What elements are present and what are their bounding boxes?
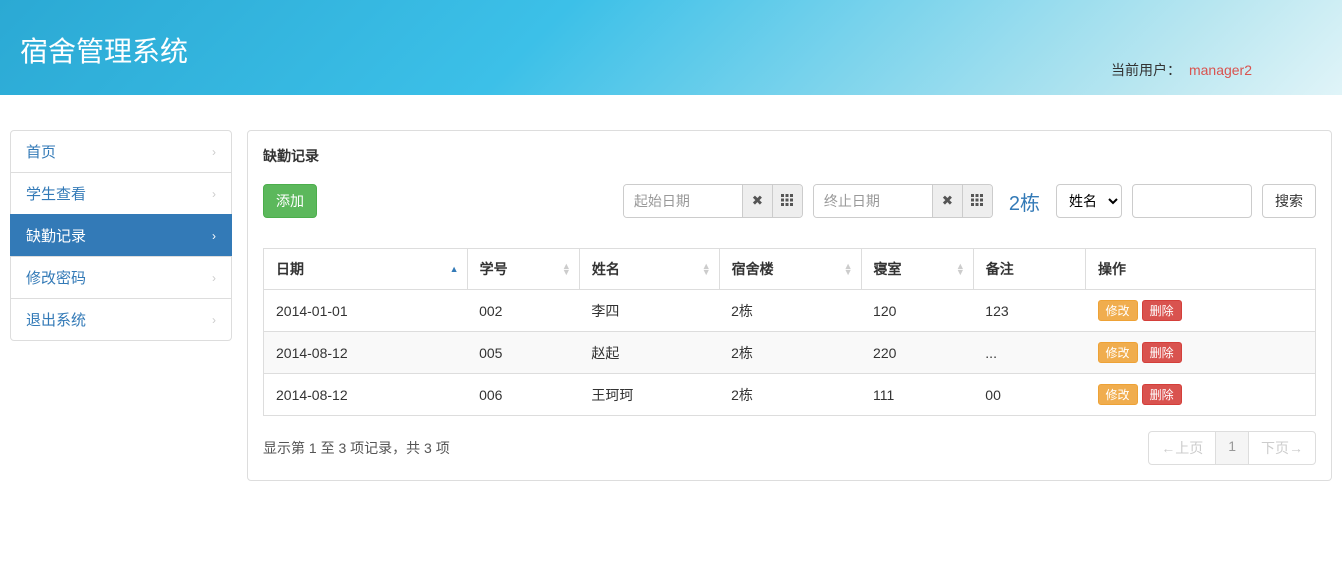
column-header: 操作 xyxy=(1086,249,1316,290)
cell-date: 2014-08-12 xyxy=(264,374,468,416)
cell-note: 123 xyxy=(973,290,1085,332)
header: 宿舍管理系统 当前用户：manager2 xyxy=(0,0,1342,95)
cell-actions: 修改删除 xyxy=(1086,374,1316,416)
delete-button[interactable]: 删除 xyxy=(1142,300,1182,321)
chevron-right-icon: › xyxy=(212,229,216,243)
sidebar-item-1[interactable]: 学生查看 › xyxy=(10,172,232,215)
start-date-picker[interactable] xyxy=(772,185,802,217)
table-row: 2014-01-01002李四2栋120123修改删除 xyxy=(264,290,1316,332)
column-header[interactable]: 备注 xyxy=(973,249,1085,290)
column-label: 备注 xyxy=(986,261,1014,277)
cell-sno: 005 xyxy=(467,332,579,374)
main-panel: 缺勤记录 添加 ✖ ✖ xyxy=(247,130,1332,481)
column-header[interactable]: 姓名 ▲▼ xyxy=(579,249,719,290)
search-field-select[interactable]: 姓名 xyxy=(1056,184,1122,218)
column-label: 学号 xyxy=(480,261,508,277)
search-input[interactable] xyxy=(1132,184,1252,218)
column-header[interactable]: 寝室 ▲▼ xyxy=(861,249,973,290)
column-header[interactable]: 日期 ▲ xyxy=(264,249,468,290)
cell-name: 李四 xyxy=(579,290,719,332)
grid-icon xyxy=(971,194,983,209)
column-label: 宿舍楼 xyxy=(732,261,774,277)
sidebar-item-label: 缺勤记录 xyxy=(26,225,86,246)
sort-icon: ▲▼ xyxy=(956,263,965,275)
next-page-button[interactable]: 下页→ xyxy=(1248,431,1316,465)
cell-actions: 修改删除 xyxy=(1086,332,1316,374)
cell-note: ... xyxy=(973,332,1085,374)
cell-date: 2014-01-01 xyxy=(264,290,468,332)
cell-building: 2栋 xyxy=(719,290,861,332)
end-date-picker[interactable] xyxy=(962,185,992,217)
cell-sno: 002 xyxy=(467,290,579,332)
building-link[interactable]: 2栋 xyxy=(1009,187,1040,216)
page-title: 缺勤记录 xyxy=(263,146,1316,166)
end-date-input[interactable] xyxy=(814,185,932,217)
cell-building: 2栋 xyxy=(719,374,861,416)
sidebar-item-3[interactable]: 修改密码 › xyxy=(10,256,232,299)
prev-page-button[interactable]: ←上页 xyxy=(1148,431,1216,465)
records-info: 显示第 1 至 3 项记录，共 3 项 xyxy=(263,438,450,458)
username: manager2 xyxy=(1189,62,1252,78)
column-label: 日期 xyxy=(276,261,304,277)
delete-button[interactable]: 删除 xyxy=(1142,342,1182,363)
edit-button[interactable]: 修改 xyxy=(1098,342,1138,363)
cell-date: 2014-08-12 xyxy=(264,332,468,374)
sidebar: 首页 › 学生查看 › 缺勤记录 › 修改密码 › 退出系统 › xyxy=(10,130,232,481)
sidebar-item-label: 首页 xyxy=(26,141,56,162)
start-date-group: ✖ xyxy=(623,184,803,218)
sort-icon: ▲▼ xyxy=(844,263,853,275)
chevron-right-icon: › xyxy=(212,145,216,159)
end-date-clear[interactable]: ✖ xyxy=(932,185,962,217)
sidebar-item-label: 学生查看 xyxy=(26,183,86,204)
column-label: 姓名 xyxy=(592,261,620,277)
chevron-right-icon: › xyxy=(212,271,216,285)
cell-sno: 006 xyxy=(467,374,579,416)
column-header[interactable]: 宿舍楼 ▲▼ xyxy=(719,249,861,290)
toolbar: 添加 ✖ ✖ xyxy=(263,184,1316,218)
cell-actions: 修改删除 xyxy=(1086,290,1316,332)
table-row: 2014-08-12006王珂珂2栋11100修改删除 xyxy=(264,374,1316,416)
current-user: 当前用户： manager2 xyxy=(1111,60,1252,80)
sidebar-item-0[interactable]: 首页 › xyxy=(10,130,232,173)
cell-note: 00 xyxy=(973,374,1085,416)
close-icon: ✖ xyxy=(752,193,763,209)
chevron-right-icon: › xyxy=(212,187,216,201)
sort-icon: ▲▼ xyxy=(562,263,571,275)
pagination: ←上页 1 下页→ xyxy=(1149,431,1316,465)
table-row: 2014-08-12005赵起2栋220...修改删除 xyxy=(264,332,1316,374)
cell-room: 220 xyxy=(861,332,973,374)
search-button[interactable]: 搜索 xyxy=(1262,184,1316,218)
table-footer: 显示第 1 至 3 项记录，共 3 项 ←上页 1 下页→ xyxy=(263,431,1316,465)
add-button[interactable]: 添加 xyxy=(263,184,317,218)
sidebar-item-4[interactable]: 退出系统 › xyxy=(10,298,232,341)
cell-room: 120 xyxy=(861,290,973,332)
records-table: 日期 ▲ 学号 ▲▼ 姓名 ▲▼ 宿舍楼 ▲▼ 寝室 ▲▼ 备注 操作 2014-01-01002李四… xyxy=(263,248,1316,416)
delete-button[interactable]: 删除 xyxy=(1142,384,1182,405)
close-icon: ✖ xyxy=(942,193,953,209)
sidebar-item-label: 退出系统 xyxy=(26,309,86,330)
sidebar-item-label: 修改密码 xyxy=(26,267,86,288)
end-date-group: ✖ xyxy=(813,184,993,218)
cell-room: 111 xyxy=(861,374,973,416)
column-label: 寝室 xyxy=(874,261,902,277)
sort-icon: ▲▼ xyxy=(702,263,711,275)
page-number[interactable]: 1 xyxy=(1215,431,1249,465)
start-date-input[interactable] xyxy=(624,185,742,217)
sidebar-item-2[interactable]: 缺勤记录 › xyxy=(10,214,232,257)
edit-button[interactable]: 修改 xyxy=(1098,384,1138,405)
cell-name: 王珂珂 xyxy=(579,374,719,416)
sort-icon: ▲ xyxy=(450,266,459,272)
chevron-right-icon: › xyxy=(212,313,216,327)
user-label: 当前用户： xyxy=(1111,62,1181,78)
grid-icon xyxy=(781,194,793,209)
column-label: 操作 xyxy=(1098,261,1126,277)
cell-building: 2栋 xyxy=(719,332,861,374)
column-header[interactable]: 学号 ▲▼ xyxy=(467,249,579,290)
cell-name: 赵起 xyxy=(579,332,719,374)
start-date-clear[interactable]: ✖ xyxy=(742,185,772,217)
edit-button[interactable]: 修改 xyxy=(1098,300,1138,321)
